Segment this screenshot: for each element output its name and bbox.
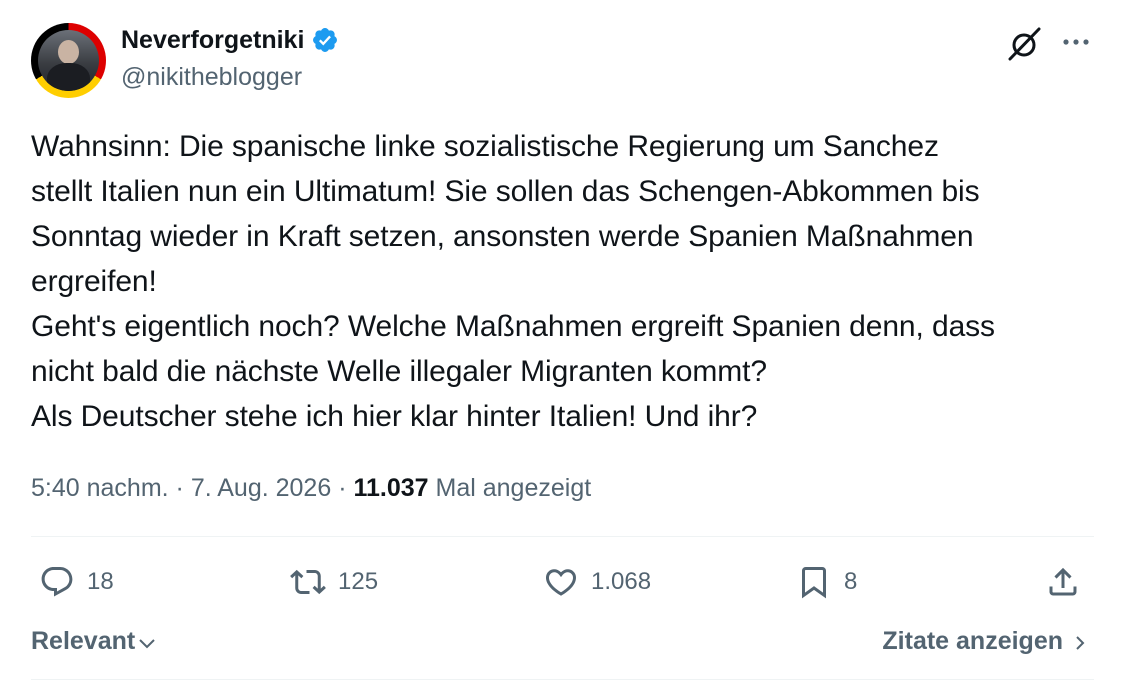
reply-count: 18 — [87, 568, 114, 595]
tweet-meta: 5:40 nachm. · 7. Aug. 2026 · 11.037 Mal … — [31, 471, 591, 505]
like-count: 1.068 — [591, 568, 652, 595]
avatar-photo — [38, 30, 99, 91]
meta-separator: · — [338, 474, 347, 502]
like-button[interactable]: 1.068 — [543, 560, 651, 604]
bookmark-button[interactable]: 8 — [796, 560, 857, 604]
avatar-head — [58, 40, 79, 64]
author-display-name[interactable]: Neverforgetniki — [121, 24, 339, 56]
repost-count: 125 — [338, 568, 379, 595]
reply-icon — [41, 567, 73, 597]
repost-icon — [290, 569, 326, 595]
chevron-right-icon — [1076, 635, 1085, 650]
meta-separator: · — [175, 474, 184, 502]
avatar-body — [47, 63, 90, 91]
bookmark-icon — [802, 567, 826, 599]
views-label: Mal angezeigt — [435, 474, 592, 502]
author-handle[interactable]: @nikitheblogger — [121, 61, 302, 93]
sort-replies-dropdown[interactable]: Relevant — [31, 624, 157, 658]
grok-icon[interactable] — [1004, 24, 1044, 64]
reply-button[interactable]: 18 — [39, 560, 114, 604]
author-avatar[interactable] — [31, 23, 106, 98]
view-quotes-link[interactable]: Zitate anzeigen — [882, 624, 1089, 658]
tweet-text: Wahnsinn: Die spanische linke sozialisti… — [31, 130, 995, 433]
view-quotes-label: Zitate anzeigen — [882, 627, 1063, 655]
author-display-name-text[interactable]: Neverforgetniki — [121, 24, 304, 56]
tweet-time[interactable]: 5:40 nachm. — [31, 474, 169, 502]
tweet-date[interactable]: 7. Aug. 2026 — [191, 474, 331, 502]
sort-replies-label: Relevant — [31, 627, 136, 655]
chevron-down-icon — [139, 639, 155, 649]
divider — [31, 536, 1094, 537]
share-button[interactable] — [1045, 560, 1093, 604]
share-icon — [1049, 567, 1077, 596]
views-count: 11.037 — [353, 474, 429, 502]
bookmark-count: 8 — [844, 568, 858, 595]
heart-icon — [545, 569, 577, 596]
repost-button[interactable]: 125 — [290, 560, 378, 604]
verified-badge-icon[interactable] — [311, 26, 339, 54]
more-options-icon[interactable] — [1058, 28, 1094, 56]
